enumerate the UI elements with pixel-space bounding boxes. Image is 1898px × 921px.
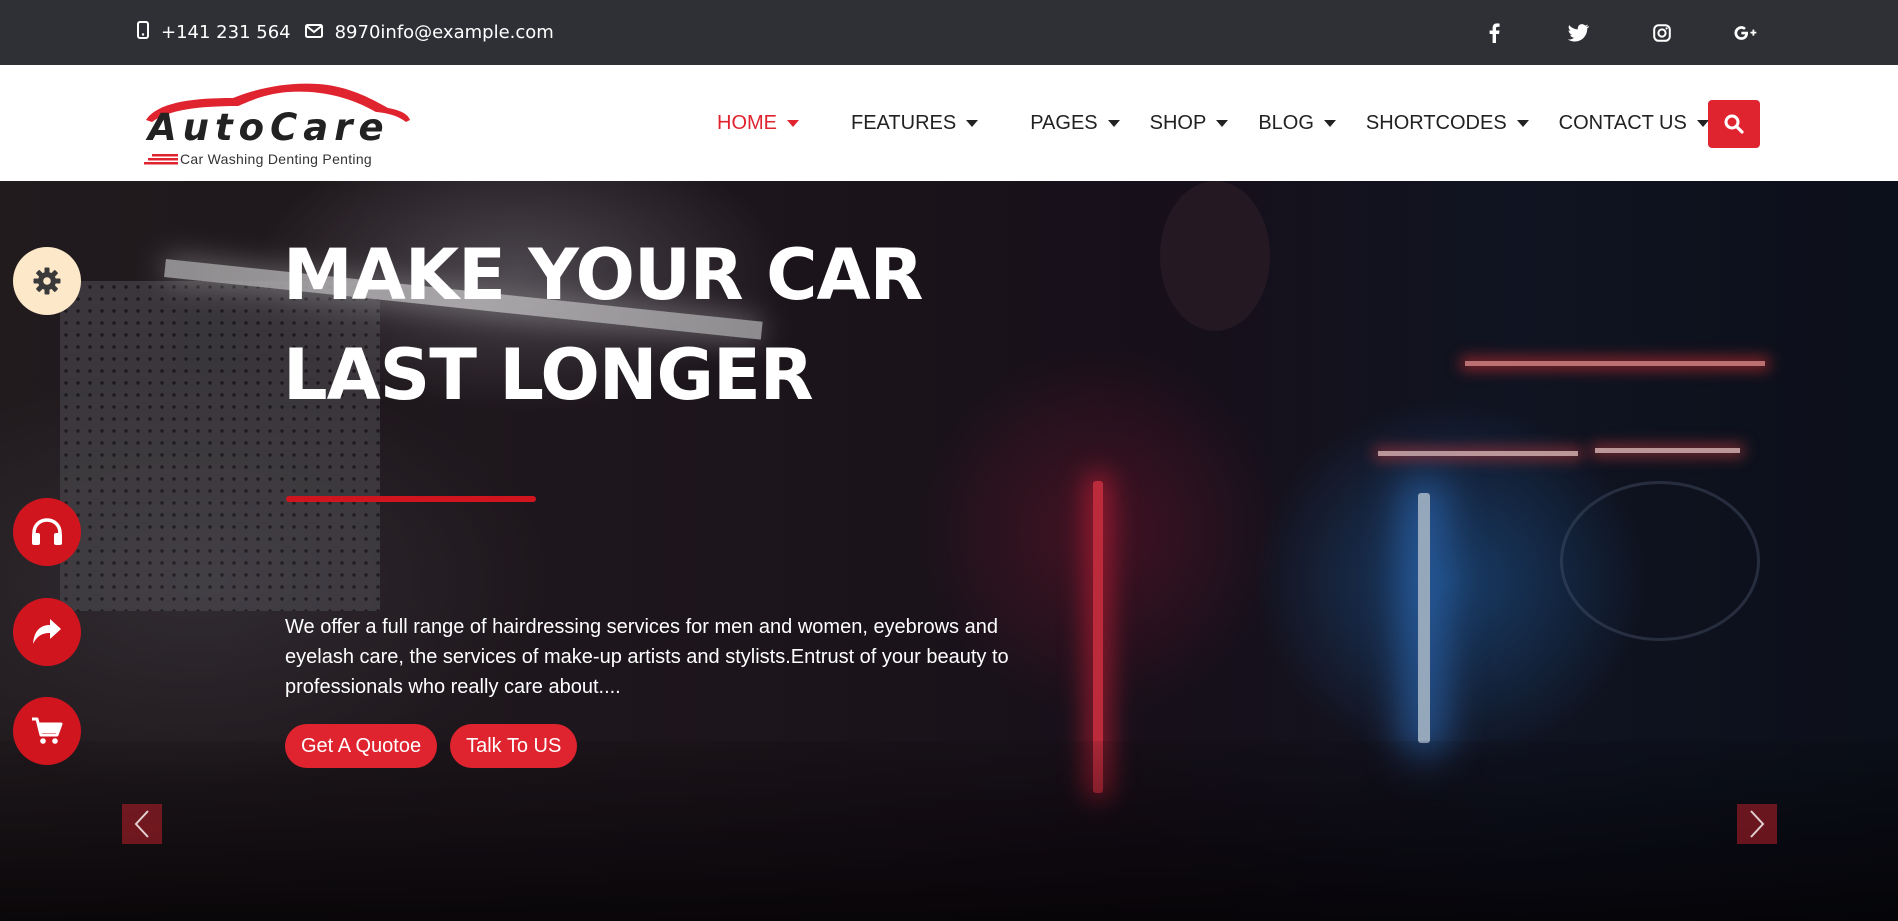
nav-item-label: BLOG (1258, 111, 1314, 134)
caret-down-icon (966, 119, 979, 127)
nav-item-home[interactable]: HOME (717, 112, 799, 135)
nav-item-shop[interactable]: SHOP (1150, 112, 1229, 135)
instagram-icon[interactable] (1650, 21, 1674, 45)
nav-item-blog[interactable]: BLOG (1258, 112, 1336, 135)
slider-next-button[interactable] (1737, 804, 1777, 844)
support-button[interactable] (13, 498, 81, 566)
get-quote-button[interactable]: Get A Quotoe (285, 724, 438, 768)
hero-title-line-1: MAKE YOUR CAR (283, 234, 924, 316)
cart-icon (32, 717, 63, 744)
caret-down-icon (1323, 119, 1336, 127)
hero-actions: Get A Quotoe Talk To US (285, 724, 578, 768)
cart-button[interactable] (13, 697, 81, 765)
caret-down-icon (787, 119, 799, 127)
phone-contact[interactable]: +141 231 564 (137, 21, 291, 44)
primary-nav: HOME FEATURES PAGES SHOP BLOG SHORTCODES… (717, 65, 1709, 181)
speed-lines-icon (144, 154, 178, 165)
email-contact[interactable]: 8970info@example.com (304, 22, 554, 43)
logo-tagline: Car Washing Denting Penting (180, 151, 373, 167)
nav-item-label: SHOP (1149, 111, 1207, 134)
site-logo[interactable]: AutoCare Car Washing Denting Penting (138, 80, 413, 167)
share-button[interactable] (13, 598, 81, 666)
email-address: 8970info@example.com (334, 22, 554, 43)
caret-down-icon (1107, 119, 1120, 127)
caret-down-icon (1516, 119, 1529, 127)
logo-wordmark: AutoCare (148, 106, 390, 149)
envelope-icon (304, 22, 323, 43)
phone-number: +141 231 564 (161, 22, 291, 43)
search-button[interactable] (1708, 100, 1760, 148)
nav-item-label: PAGES (1030, 111, 1098, 134)
nav-item-shortcodes[interactable]: SHORTCODES (1366, 112, 1529, 135)
nav-item-label: FEATURES (851, 111, 957, 134)
caret-down-icon (1216, 119, 1229, 127)
social-links (1482, 0, 1758, 65)
talk-to-us-button[interactable]: Talk To US (450, 724, 578, 768)
mobile-phone-icon (137, 21, 149, 44)
contact-info: +141 231 564 8970info@example.com (137, 0, 554, 65)
nav-item-label: SHORTCODES (1365, 111, 1507, 134)
nav-item-contact-us[interactable]: CONTACT US (1559, 112, 1709, 135)
settings-button[interactable] (13, 247, 81, 315)
headphones-icon (32, 518, 62, 545)
nav-item-features[interactable]: FEATURES (851, 111, 979, 135)
top-bar: +141 231 564 8970info@example.com (0, 0, 1898, 65)
nav-item-pages[interactable]: PAGES (1030, 111, 1120, 135)
slider-prev-button[interactable] (122, 804, 162, 844)
title-underline (286, 496, 536, 502)
nav-item-label: CONTACT US (1558, 111, 1687, 134)
hero-title-line-2: LAST LONGER (283, 334, 814, 416)
chevron-left-icon (134, 810, 149, 838)
nav-item-label: HOME (717, 111, 777, 134)
main-navbar: AutoCare Car Washing Denting Penting HOM… (0, 65, 1898, 181)
facebook-icon[interactable] (1482, 21, 1506, 45)
search-icon (1724, 114, 1744, 134)
gear-icon (33, 267, 61, 295)
chevron-right-icon (1750, 810, 1765, 838)
hero-description: We offer a full range of hairdressing se… (285, 616, 1009, 698)
google-plus-icon[interactable] (1734, 21, 1758, 45)
share-icon (33, 619, 61, 644)
hero-title: MAKE YOUR CAR LAST LONGER (283, 225, 1003, 425)
twitter-icon[interactable] (1566, 21, 1590, 45)
